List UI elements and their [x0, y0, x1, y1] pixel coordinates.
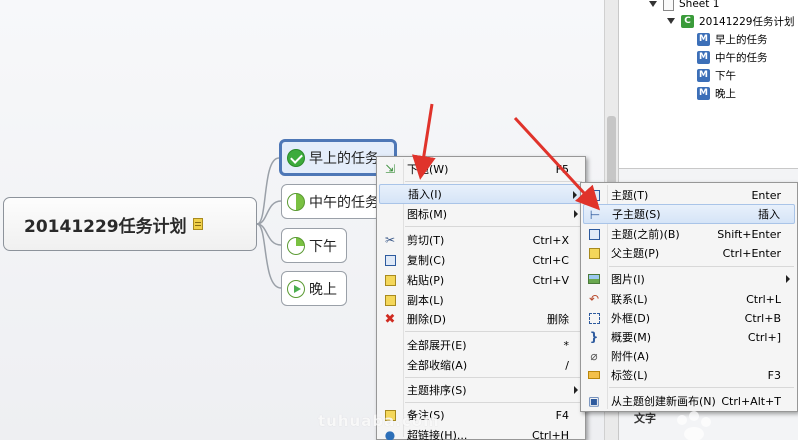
menu-item-label[interactable]: 标签(L) F3 [583, 365, 795, 385]
sheet-icon [663, 0, 674, 11]
outline-item[interactable]: M 早上的任务 [697, 30, 768, 48]
task-done-icon [287, 148, 305, 167]
topic-label: 早上的任务 [309, 150, 379, 167]
main-topic-badge-icon: M [697, 32, 710, 46]
task-start-icon [287, 279, 305, 298]
menu-separator [405, 377, 582, 378]
outline-item-label: 中午的任务 [715, 51, 768, 64]
submenu-arrow-icon [573, 191, 577, 199]
menu-item-boundary[interactable]: 外框(D) Ctrl+B [583, 308, 795, 328]
main-topic-badge-icon: M [697, 86, 710, 100]
submenu-arrow-icon [786, 275, 790, 283]
boundary-icon [587, 311, 601, 325]
outline-item-label: 下午 [715, 69, 736, 82]
watermark-text: tuhuaba.com [318, 412, 440, 430]
topic-label: 下午 [309, 238, 337, 255]
connector-4 [256, 223, 282, 289]
topic-label: 中午的任务 [309, 194, 379, 211]
main-topic-badge-icon: M [697, 68, 710, 82]
outline-item[interactable]: M 下午 [697, 66, 736, 84]
drill-down-icon: ⇲ [384, 162, 396, 176]
menu-item-delete[interactable]: ✖ 删除(D) 删除 [379, 309, 583, 329]
topic-noon-tasks[interactable]: 中午的任务 [281, 184, 381, 219]
menu-separator [609, 387, 794, 388]
menu-item-copy[interactable]: 复制(C) Ctrl+C [379, 250, 583, 270]
menu-item-icon[interactable]: 图标(M) [379, 204, 583, 224]
outline-item[interactable]: M 晚上 [697, 84, 736, 102]
outline-sheet-label: Sheet 1 [679, 0, 720, 10]
main-topic-badge-icon: M [697, 50, 710, 64]
menu-item-insert[interactable]: 插入(I) [379, 184, 583, 204]
paperclip-icon: ⌀ [590, 349, 598, 363]
outline-root-row[interactable]: C 20141229任务计划 [667, 12, 794, 30]
topic-before-icon [587, 227, 601, 241]
outline-item-label: 早上的任务 [715, 33, 768, 46]
duplicate-icon [383, 293, 397, 307]
menu-item-expand-all[interactable]: 全部展开(E) * [379, 335, 583, 355]
collapse-arrow-icon[interactable] [667, 18, 675, 24]
menu-item-summary[interactable]: } 概要(M) Ctrl+] [583, 327, 795, 347]
relationship-icon: ↶ [588, 292, 600, 306]
outline-item-label: 晚上 [715, 87, 736, 100]
new-sheet-icon: ▣ [588, 394, 600, 408]
topic-context-menu: ⇲ 下题(W) F5 插入(I) 图标(M) ✂ 剪切(T) Ctrl+X 复制… [376, 156, 586, 440]
subtopic-icon: ⊢ [589, 208, 601, 222]
image-icon [587, 272, 601, 286]
properties-section-label: 文字 [634, 412, 656, 425]
menu-separator [609, 266, 794, 267]
menu-item-sort-topics[interactable]: 主题排序(S) [379, 380, 583, 400]
insert-submenu: 主题(T) Enter ⊢ 子主题(S) 插入 主题(之前)(B) Shift+… [580, 182, 798, 412]
menu-separator [405, 226, 582, 227]
menu-item-paste[interactable]: 粘贴(P) Ctrl+V [379, 270, 583, 290]
menu-item-drill-down[interactable]: ⇲ 下题(W) F5 [379, 159, 583, 179]
central-topic[interactable]: 20141229任务计划 [3, 197, 257, 251]
menu-item-duplicate[interactable]: 副本(L) [379, 290, 583, 310]
topic-afternoon[interactable]: 下午 [281, 228, 347, 263]
central-topic-badge-icon: C [681, 14, 694, 28]
central-topic-label: 20141229任务计划 [24, 216, 187, 237]
outline-root-label: 20141229任务计划 [699, 15, 795, 28]
task-half-icon [287, 192, 305, 211]
collapse-arrow-icon[interactable] [649, 1, 657, 7]
topic-evening[interactable]: 晚上 [281, 271, 347, 306]
task-quarter-icon [287, 236, 305, 255]
paste-icon [383, 273, 397, 287]
menu-separator [405, 331, 582, 332]
topic-icon [587, 188, 601, 202]
menu-item-topic-before[interactable]: 主题(之前)(B) Shift+Enter [583, 224, 795, 244]
menu-item-topic[interactable]: 主题(T) Enter [583, 185, 795, 205]
menu-item-subtopic[interactable]: ⊢ 子主题(S) 插入 [583, 204, 795, 224]
scissors-icon: ✂ [384, 233, 396, 247]
menu-separator [405, 402, 582, 403]
note-icon[interactable] [192, 218, 203, 230]
label-tag-icon [587, 368, 601, 382]
watermark-paw-icon [677, 411, 711, 440]
summary-icon: } [589, 330, 599, 344]
menu-item-attachment[interactable]: ⌀ 附件(A) [583, 346, 795, 366]
menu-item-parent-topic[interactable]: 父主题(P) Ctrl+Enter [583, 243, 795, 263]
connector-1 [256, 157, 280, 225]
outline-panel: Sheet 1 C 20141229任务计划 M 早上的任务 M 中午的任务 M… [618, 0, 798, 168]
menu-item-cut[interactable]: ✂ 剪切(T) Ctrl+X [379, 230, 583, 250]
submenu-arrow-icon [574, 386, 578, 394]
menu-item-image[interactable]: 图片(I) [583, 269, 795, 289]
menu-item-relationship[interactable]: ↶ 联系(L) Ctrl+L [583, 289, 795, 309]
topic-label: 晚上 [309, 281, 337, 298]
menu-separator [405, 181, 582, 182]
delete-icon: ✖ [384, 311, 396, 327]
menu-item-collapse-all[interactable]: 全部收缩(A) / [379, 355, 583, 375]
submenu-arrow-icon [574, 210, 578, 218]
parent-topic-icon [587, 246, 601, 260]
outline-item[interactable]: M 中午的任务 [697, 48, 768, 66]
copy-icon [383, 253, 397, 267]
